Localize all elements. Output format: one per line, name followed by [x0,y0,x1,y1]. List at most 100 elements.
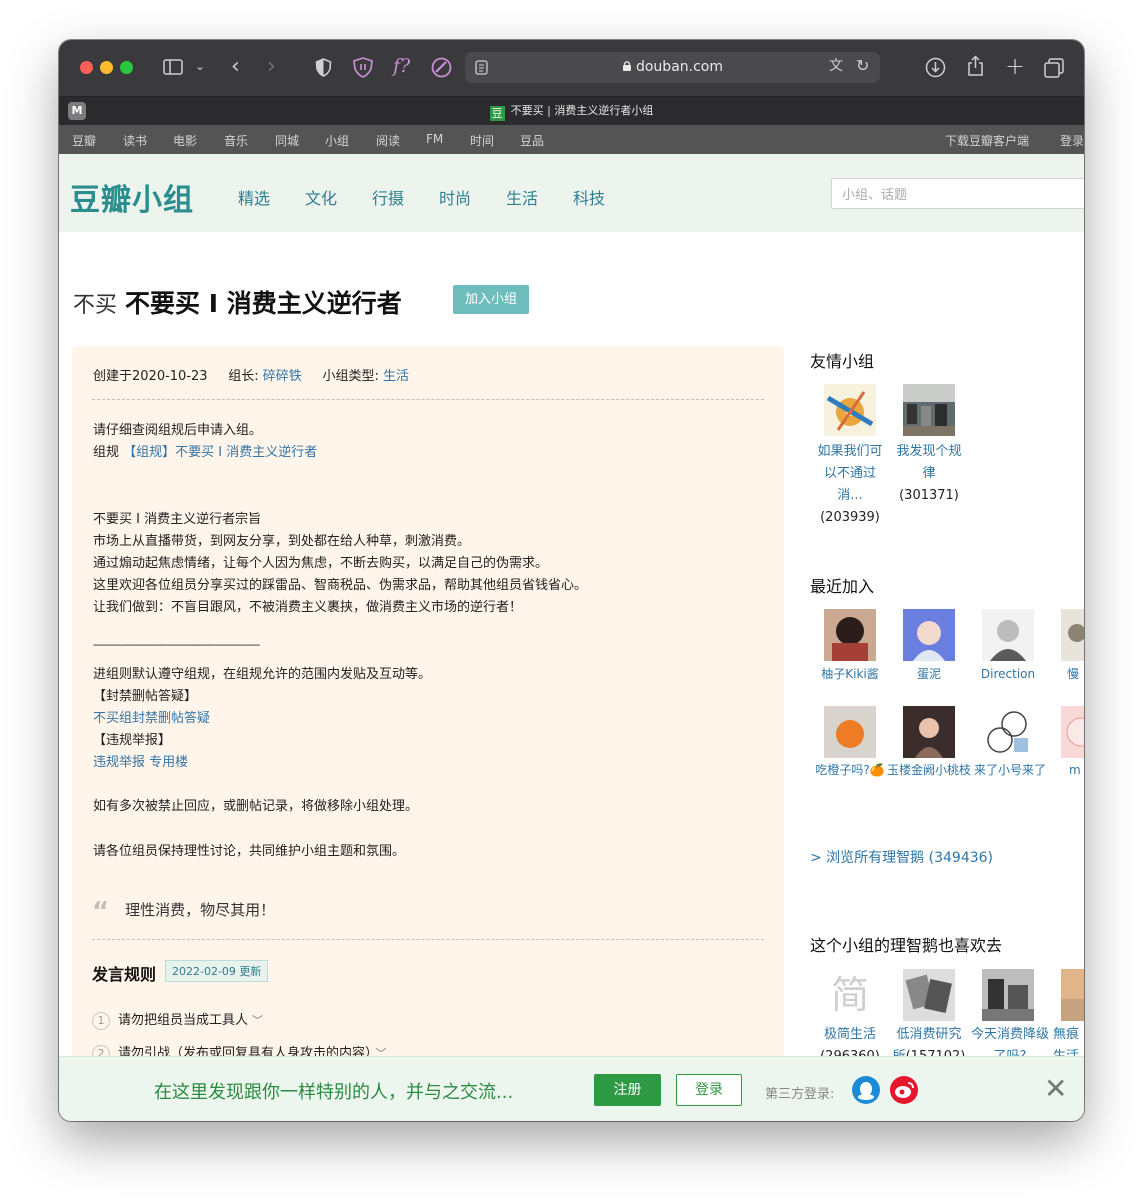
global-nav-douban[interactable]: 豆瓣 [72,132,96,149]
forward-icon[interactable]: › [267,56,276,78]
member-avatar[interactable] [903,609,955,661]
nav-tech[interactable]: 科技 [573,185,605,209]
download-icon[interactable] [925,57,946,78]
global-nav-read[interactable]: 阅读 [376,132,400,149]
member-avatar[interactable] [824,706,876,758]
address-bar[interactable]: douban.com 文 ↻ [465,52,880,83]
member-name[interactable]: 蛋泥 [891,663,967,685]
owner-label: 组长: [228,369,259,384]
report-link[interactable]: 违规举报 专用楼 [93,751,188,770]
type-link[interactable]: 生活 [383,369,409,384]
rule-number: 1 [92,1012,110,1030]
simple-character-icon: 简 [830,973,869,1017]
no-entry-extension-icon[interactable] [431,57,452,78]
translate-icon[interactable]: 文 [829,59,843,73]
friend-group-name[interactable]: 我发现个规律 [896,444,961,481]
login-button[interactable]: 登录 [676,1074,742,1106]
member-avatar[interactable] [982,609,1034,661]
related-group-avatar[interactable] [903,969,955,1021]
nav-life[interactable]: 生活 [506,185,538,209]
ban-heading: 【封禁删帖答疑】 [93,689,198,704]
register-button[interactable]: 注册 [594,1074,661,1106]
minimize-window-button[interactable] [100,61,113,74]
member-name[interactable]: Direction [970,663,1046,685]
nav-travel[interactable]: 行摄 [372,185,404,209]
adblock-shield-icon[interactable] [352,57,374,78]
friend-group-item[interactable]: 我发现个规律 (301371) [891,441,967,507]
nav-featured[interactable]: 精选 [238,185,270,209]
related-group-avatar[interactable] [982,969,1034,1021]
member-avatar[interactable] [1061,609,1084,661]
url-host: douban.com [635,59,723,75]
global-nav: 豆瓣 读书 电影 音乐 同城 小组 阅读 FM 时间 豆品 下载豆瓣客户端 登录 [59,125,1084,154]
weibo-login-icon[interactable] [890,1076,918,1104]
global-nav-movies[interactable]: 电影 [173,132,197,149]
global-nav-market[interactable]: 豆品 [520,132,544,149]
signup-bar: 在这里发现跟你一样特别的人，并与之交流... 注册 登录 第三方登录: ✕ [59,1056,1084,1121]
member-name[interactable]: 慢 [1067,663,1084,685]
back-icon[interactable]: ‹ [231,56,240,78]
qq-login-icon[interactable] [852,1076,880,1104]
member-name[interactable]: 玉楼金阙小桃枝 [887,760,971,780]
member-avatar[interactable] [824,609,876,661]
close-window-button[interactable] [80,61,93,74]
member-avatar[interactable] [1061,706,1084,758]
friend-groups-title: 友情小组 [810,352,875,371]
member-name[interactable]: 吃橙子吗?🍊 [812,760,888,780]
friend-group-name[interactable]: 如果我们可以不通过消... [817,444,882,503]
maximize-window-button[interactable] [120,61,133,74]
related-group-name[interactable]: 极简生活 [824,1027,876,1042]
member-avatar[interactable] [982,706,1034,758]
shield-icon[interactable] [315,58,332,77]
download-app-link[interactable]: 下载豆瓣客户端 [945,132,1029,149]
desc-line: 通过煽动起焦虑情绪，让每个人因为焦虑，不断去购买，以满足自己的伪需求。 [93,556,549,571]
global-nav-books[interactable]: 读书 [123,132,147,149]
owner-link[interactable]: 碎碎铁 [263,369,302,384]
search-input[interactable]: 小组、话题 [831,178,1084,209]
friend-group-item[interactable]: 如果我们可以不通过消... (203939) [812,441,888,529]
new-tab-icon[interactable]: + [1005,54,1025,78]
share-icon[interactable] [966,55,985,77]
global-nav-time[interactable]: 时间 [470,132,494,149]
member-name[interactable]: m [1069,760,1084,780]
rules-line: 组规 【组规】不要买 I 消费主义逆行者 [93,441,317,460]
member-name[interactable]: 柚子Kiki酱 [812,663,888,685]
friend-group-avatar[interactable] [824,384,876,436]
member-avatar[interactable] [903,706,955,758]
lock-icon [622,61,631,71]
related-group-avatar[interactable] [1061,969,1084,1021]
friend-group-avatar[interactable] [903,384,955,436]
global-nav-music[interactable]: 音乐 [224,132,248,149]
nav-culture[interactable]: 文化 [305,185,337,209]
global-nav-groups[interactable]: 小组 [325,132,349,149]
remove-note: 如有多次被禁止回应，或删帖记录，将做移除小组处理。 [93,799,419,814]
group-quote: “ 理性消费，物尽其用！ [92,897,275,927]
ban-faq-link[interactable]: 不买组封禁删帖答疑 [93,707,210,726]
nav-fashion[interactable]: 时尚 [439,185,471,209]
rules-link[interactable]: 【组规】不要买 I 消费主义逆行者 [123,445,317,460]
close-icon[interactable]: ✕ [1044,1075,1067,1103]
speech-rule-item[interactable]: 1 请勿把组员当成工具人 ﹀ [92,1009,263,1030]
report-heading: 【违规举报】 [93,733,172,748]
sidebar-toggle-icon[interactable] [163,59,183,76]
tab-overview-icon[interactable] [1044,58,1064,78]
global-login-link[interactable]: 登录 [1060,132,1084,149]
related-group-avatar[interactable]: 简 [824,969,876,1021]
active-tab[interactable]: 豆不要买 | 消费主义逆行者小组 [59,102,1084,121]
browse-all-members-link[interactable]: > 浏览所有理智鹅 (349436) [810,847,993,867]
type-label: 小组类型: [322,369,379,384]
global-nav-local[interactable]: 同城 [275,132,299,149]
group-name: 不要买 I 消费主义逆行者 [125,289,402,318]
join-group-button[interactable]: 加入小组 [453,285,529,314]
global-nav-fm[interactable]: FM [426,132,443,146]
related-groups-title: 这个小组的理智鹅也喜欢去 [810,936,1003,955]
tab-title: 不要买 | 消费主义逆行者小组 [510,104,654,117]
member-name[interactable]: 来了小号来了 [970,760,1050,780]
friend-group-count: (301371) [899,488,959,503]
chevron-down-icon[interactable]: ⌄ [195,60,205,72]
font-extension-icon[interactable]: f? [393,57,410,76]
reload-icon[interactable]: ↻ [856,58,869,74]
desc-line: 让我们做到：不盲目跟风，不被消费主义裹挟，做消费主义市场的逆行者！ [93,600,523,615]
signup-promo-text: 在这里发现跟你一样特别的人，并与之交流... [154,1082,514,1103]
site-logo[interactable]: 豆瓣小组 [70,175,194,219]
